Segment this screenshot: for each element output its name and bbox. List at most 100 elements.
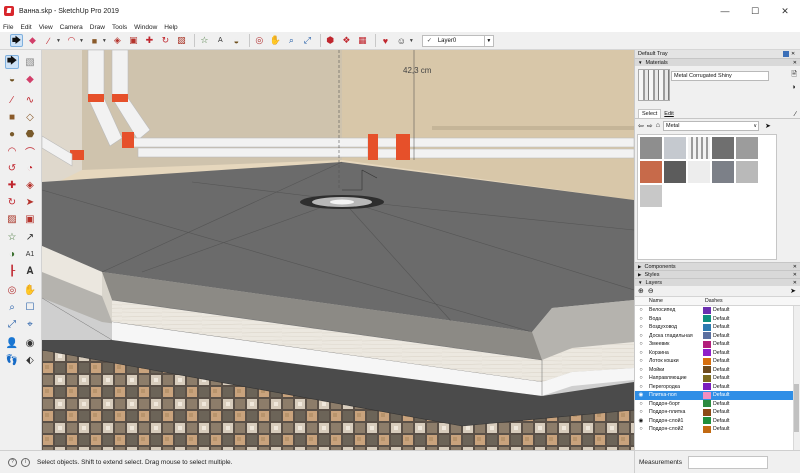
- freehand-tool-icon[interactable]: ∿: [23, 93, 37, 107]
- layers-scroll-thumb[interactable]: [794, 384, 799, 432]
- line-tool-icon[interactable]: ∕: [5, 93, 19, 107]
- visibility-icon[interactable]: ◉: [635, 392, 647, 398]
- pie-tool-icon[interactable]: ◔: [23, 161, 37, 175]
- text-tool-icon[interactable]: A: [214, 34, 227, 47]
- layer-color-swatch[interactable]: [703, 417, 711, 425]
- layer-dashes[interactable]: Default: [713, 401, 729, 407]
- back-arrow-icon[interactable]: ⇦: [638, 122, 644, 130]
- layer-row[interactable]: ○ Перегородка Default: [635, 383, 800, 392]
- orbit-icon[interactable]: ◎: [5, 283, 19, 297]
- layer-dashes[interactable]: Default: [713, 341, 729, 347]
- layer-dashes[interactable]: Default: [713, 426, 729, 432]
- menu-window[interactable]: Window: [134, 24, 157, 31]
- layer-dashes[interactable]: Default: [713, 333, 729, 339]
- walk-tool-icon[interactable]: 👣: [5, 353, 19, 367]
- layer-color-swatch[interactable]: [703, 306, 711, 314]
- warehouse-icon[interactable]: ⬢: [324, 34, 337, 47]
- previous-view-icon[interactable]: ⌖: [23, 317, 37, 331]
- visibility-icon[interactable]: ○: [635, 358, 647, 364]
- styles-close-icon[interactable]: ✕: [793, 272, 797, 278]
- visibility-icon[interactable]: ○: [635, 333, 647, 339]
- layer-color-swatch[interactable]: [703, 349, 711, 357]
- layers-scrollbar[interactable]: [793, 306, 800, 458]
- layer-color-swatch[interactable]: [703, 425, 711, 433]
- library-select[interactable]: Metal ∨: [662, 120, 759, 131]
- create-material-icon[interactable]: 🖹: [791, 70, 797, 81]
- delete-layer-icon[interactable]: ⊖: [648, 287, 654, 295]
- dimension-tool-icon[interactable]: ↗: [23, 230, 37, 244]
- components-close-icon[interactable]: ✕: [793, 264, 797, 270]
- material-swatch[interactable]: [640, 161, 662, 183]
- measurements-input[interactable]: [688, 456, 768, 469]
- position-camera-icon[interactable]: 👤: [5, 336, 19, 350]
- zoom-icon[interactable]: ⌕: [5, 300, 19, 314]
- visibility-icon[interactable]: ○: [635, 341, 647, 347]
- details-arrow-icon[interactable]: ➤: [765, 122, 771, 130]
- layer-row[interactable]: ○ Поддон-борт Default: [635, 400, 800, 409]
- extension-manager-icon[interactable]: ♥: [379, 34, 392, 47]
- menu-view[interactable]: View: [39, 24, 53, 31]
- arc-tool-icon[interactable]: ◠: [65, 34, 78, 47]
- tab-edit[interactable]: Edit: [661, 110, 676, 118]
- visibility-icon[interactable]: ○: [635, 384, 647, 390]
- follow-me-icon[interactable]: ➤: [23, 195, 37, 209]
- layer-row[interactable]: ○ Поддон-плитка Default: [635, 408, 800, 417]
- account-icon[interactable]: ☺: [395, 34, 408, 47]
- layer-row[interactable]: ○ Вода Default: [635, 315, 800, 324]
- layer-dashes[interactable]: Default: [713, 384, 729, 390]
- menu-help[interactable]: Help: [164, 24, 177, 31]
- model-viewport[interactable]: 42,3 cm: [42, 50, 634, 450]
- layer-row[interactable]: ○ Поддон-слой2 Default: [635, 425, 800, 434]
- look-around-icon[interactable]: ◉: [23, 336, 37, 350]
- material-name-field[interactable]: Metal Corrugated Shiny: [671, 71, 769, 81]
- layer-dashes[interactable]: Default: [713, 392, 729, 398]
- layer-color-swatch[interactable]: [703, 366, 711, 374]
- visibility-icon[interactable]: ○: [635, 409, 647, 415]
- layer-dashes[interactable]: Default: [713, 418, 729, 424]
- axes-tool-icon[interactable]: ┠: [5, 264, 19, 278]
- layer-color-swatch[interactable]: [703, 323, 711, 331]
- visibility-icon[interactable]: ○: [635, 426, 647, 432]
- 3d-text-icon[interactable]: 𝐀: [23, 264, 37, 278]
- visibility-icon[interactable]: ○: [635, 367, 647, 373]
- layer-row[interactable]: ○ Доска гладильная Default: [635, 332, 800, 341]
- eraser-icon[interactable]: ◆: [23, 72, 37, 86]
- eraser-icon[interactable]: ◆: [26, 34, 39, 47]
- visibility-icon[interactable]: ○: [635, 316, 647, 322]
- section-plane-icon[interactable]: ⬖: [23, 353, 37, 367]
- rotate-tool-icon[interactable]: ↻: [5, 195, 19, 209]
- forward-arrow-icon[interactable]: ⇨: [647, 122, 653, 130]
- rectangle-tool-icon[interactable]: ■: [5, 110, 19, 124]
- extension-warehouse-icon[interactable]: ❖: [340, 34, 353, 47]
- layer-row[interactable]: ○ Велосипед Default: [635, 306, 800, 315]
- layer-dashes[interactable]: Default: [713, 307, 729, 313]
- offset-icon[interactable]: ▣: [127, 34, 140, 47]
- tab-select[interactable]: Select: [638, 109, 662, 118]
- layer-row[interactable]: ○ Мойки Default: [635, 366, 800, 375]
- pan-icon[interactable]: ✋: [23, 283, 37, 297]
- rectangle-tool-icon[interactable]: ■: [88, 34, 101, 47]
- material-swatch[interactable]: [640, 137, 662, 159]
- layer-color-swatch[interactable]: [703, 391, 711, 399]
- pan-icon[interactable]: ✋: [269, 34, 282, 47]
- push-pull-icon[interactable]: ◈: [111, 34, 124, 47]
- materials-panel-header[interactable]: ▼ Materials ✕: [635, 58, 800, 66]
- layer-row[interactable]: ◉ Плитка-пол Default: [635, 391, 800, 400]
- polygon-tool-icon[interactable]: ⬣: [23, 127, 37, 141]
- offset-icon[interactable]: ▣: [23, 212, 37, 226]
- visibility-icon[interactable]: ○: [635, 401, 647, 407]
- material-swatch[interactable]: [664, 137, 686, 159]
- layers-close-icon[interactable]: ✕: [793, 280, 797, 286]
- paint-bucket-icon[interactable]: ◒: [5, 72, 19, 86]
- layer-color-swatch[interactable]: [703, 408, 711, 416]
- line-dropdown-icon[interactable]: ▼: [56, 38, 61, 44]
- layer-color-swatch[interactable]: [703, 374, 711, 382]
- layer-dashes[interactable]: Default: [713, 324, 729, 330]
- layers-col-dashes[interactable]: Dashes: [705, 298, 723, 304]
- line-tool-icon[interactable]: ∕: [42, 34, 55, 47]
- material-swatch[interactable]: [736, 161, 758, 183]
- components-panel-header[interactable]: ▶ Components ✕: [635, 262, 800, 270]
- zoom-icon[interactable]: ⌕: [285, 34, 298, 47]
- visibility-icon[interactable]: ○: [635, 324, 647, 330]
- zoom-extents-icon[interactable]: ⤢: [5, 317, 19, 331]
